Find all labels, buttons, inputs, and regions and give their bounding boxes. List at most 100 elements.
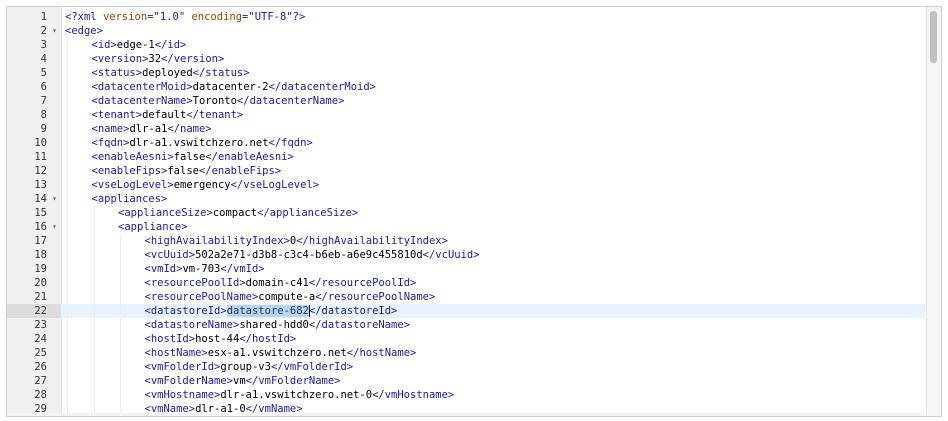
code-text: <vmId>vm-703</vmId> bbox=[145, 262, 265, 276]
vertical-scrollbar[interactable] bbox=[926, 7, 941, 416]
line-number: 28 bbox=[34, 389, 47, 401]
indent-guide bbox=[67, 94, 68, 108]
indent-guide bbox=[120, 276, 121, 290]
code-token: datacenter-2 bbox=[192, 81, 269, 93]
indent-guide bbox=[120, 388, 121, 402]
horizontal-scrollbar[interactable] bbox=[7, 413, 925, 416]
code-token: </resourcePoolId> bbox=[308, 277, 417, 289]
code-line[interactable]: 12 <enableFips>false</enableFips> bbox=[7, 164, 925, 178]
line-number: 12 bbox=[34, 165, 47, 177]
code-token: edge-1 bbox=[116, 39, 155, 51]
indent-guide bbox=[67, 234, 68, 248]
code-token: "UTF-8" bbox=[248, 11, 293, 23]
code-text: <status>deployed</status> bbox=[92, 66, 250, 80]
code-line[interactable]: 19 <vmId>vm-703</vmId> bbox=[7, 262, 925, 276]
indent-guide bbox=[67, 304, 68, 318]
code-line[interactable]: 18 <vcUuid>502a2e71-d3b8-c3c4-b6eb-a6e9c4… bbox=[7, 248, 925, 262]
line-number: 8 bbox=[40, 109, 47, 121]
code-text: <applianceSize>compact</applianceSize> bbox=[118, 206, 358, 220]
code-token: </datacenterName> bbox=[236, 95, 345, 107]
code-token: <enableFips> bbox=[91, 165, 168, 177]
line-number: 5 bbox=[40, 67, 47, 79]
indent-guide bbox=[120, 248, 121, 262]
code-token: <hostId> bbox=[144, 333, 196, 345]
code-token: </vseLogLevel> bbox=[230, 179, 320, 191]
code-token: <edge> bbox=[65, 25, 103, 37]
code-line[interactable]: 27 <vmFolderName>vm</vmFolderName> bbox=[7, 374, 925, 388]
code-line[interactable]: 17 <highAvailabilityIndex>0</highAvailabi… bbox=[7, 234, 925, 248]
code-line[interactable]: 25 <hostName>esx-a1.vswitchzero.net</host… bbox=[7, 346, 925, 360]
code-token: </fqdn> bbox=[268, 137, 313, 149]
code-line[interactable]: 22 <datastoreId>datastore-682</datastoreI… bbox=[7, 304, 925, 318]
code-token: </hostId> bbox=[239, 333, 297, 345]
code-token: deployed bbox=[142, 67, 193, 79]
code-token: </status> bbox=[192, 67, 250, 79]
code-line[interactable]: 10 <fqdn>dlr-a1.vswitchzero.net</fqdn> bbox=[7, 136, 925, 150]
code-line[interactable]: 8 <tenant>default</tenant> bbox=[7, 108, 925, 122]
indent-guide bbox=[93, 248, 95, 262]
code-token: </highAvailabilityIndex> bbox=[296, 235, 448, 247]
code-text: <vmFolderId>group-v3</vmFolderId> bbox=[145, 360, 354, 374]
code-line[interactable]: 26 <vmFolderId>group-v3</vmFolderId> bbox=[7, 360, 925, 374]
code-line[interactable]: 7 <datacenterName>Toronto</datacenterName… bbox=[7, 94, 925, 108]
indent-guide bbox=[93, 262, 95, 276]
indent-guide bbox=[93, 374, 95, 388]
code-text: <tenant>default</tenant> bbox=[92, 108, 244, 122]
indent-guide bbox=[120, 346, 121, 360]
indent-guide bbox=[67, 206, 68, 220]
code-line[interactable]: 21 <resourcePoolName>compute-a</resourceP… bbox=[7, 290, 925, 304]
line-number-cell: 27 bbox=[7, 374, 61, 388]
line-number: 6 bbox=[40, 81, 47, 93]
line-number: 14 bbox=[34, 193, 47, 205]
indent-guide bbox=[93, 304, 95, 318]
code-lines[interactable]: 1 <?xml version="1.0" encoding="UTF-8"?> 2… bbox=[7, 10, 925, 416]
code-line[interactable]: 1 <?xml version="1.0" encoding="UTF-8"?> bbox=[7, 10, 925, 24]
line-number: 24 bbox=[34, 333, 47, 345]
code-line[interactable]: 3 <id>edge-1</id> bbox=[7, 38, 925, 52]
code-token: <tenant> bbox=[91, 109, 143, 121]
code-line[interactable]: 28 <vmHostname>dlr-a1.vswitchzero.net-0</… bbox=[7, 388, 925, 402]
code-token: dlr-a1 bbox=[129, 123, 168, 135]
code-token: </vcUuid> bbox=[422, 249, 480, 261]
code-line[interactable]: 15 <applianceSize>compact</applianceSize> bbox=[7, 206, 925, 220]
xml-code-editor[interactable]: 1 <?xml version="1.0" encoding="UTF-8"?> 2… bbox=[6, 6, 942, 417]
code-line[interactable]: 23 <datastoreName>shared-hdd0</datastoreN… bbox=[7, 318, 925, 332]
line-number: 23 bbox=[34, 319, 47, 331]
code-text: <fqdn>dlr-a1.vswitchzero.net</fqdn> bbox=[92, 136, 313, 150]
line-number-cell: 20 bbox=[7, 276, 61, 290]
code-line[interactable]: 11 <enableAesni>false</enableAesni> bbox=[7, 150, 925, 164]
indent-guide bbox=[67, 108, 68, 122]
code-line[interactable]: 5 <status>deployed</status> bbox=[7, 66, 925, 80]
code-token: false bbox=[167, 165, 199, 177]
indent-guide bbox=[93, 360, 95, 374]
code-line[interactable]: 6 <datacenterMoid>datacenter-2</datacente… bbox=[7, 80, 925, 94]
code-line[interactable]: 4 <version>32</version> bbox=[7, 52, 925, 66]
indent-guide bbox=[93, 346, 95, 360]
code-line[interactable]: 13 <vseLogLevel>emergency</vseLogLevel> bbox=[7, 178, 925, 192]
fold-toggle-icon[interactable]: ▾ bbox=[52, 220, 57, 234]
code-token: <datastoreName> bbox=[144, 319, 240, 331]
code-token: esx-a1.vswitchzero.net bbox=[207, 347, 347, 359]
code-token: </vmHostname> bbox=[372, 389, 455, 401]
fold-toggle-icon[interactable]: ▾ bbox=[52, 192, 57, 206]
line-number: 15 bbox=[34, 207, 47, 219]
code-line[interactable]: 24 <hostId>host-44</hostId> bbox=[7, 332, 925, 346]
indent-guide bbox=[67, 248, 68, 262]
code-line[interactable]: 20 <resourcePoolId>domain-c41</resourcePo… bbox=[7, 276, 925, 290]
fold-toggle-icon[interactable]: ▾ bbox=[52, 24, 57, 38]
line-number-cell: 24 bbox=[7, 332, 61, 346]
line-number: 19 bbox=[34, 263, 47, 275]
indent-guide bbox=[67, 262, 68, 276]
line-number: 17 bbox=[34, 235, 47, 247]
code-line[interactable]: 14 ▾ <appliances> bbox=[7, 192, 925, 206]
line-number-cell: 12 bbox=[7, 164, 61, 178]
code-line[interactable]: 9 <name>dlr-a1</name> bbox=[7, 122, 925, 136]
code-token: <datacenterName> bbox=[91, 95, 193, 107]
code-text: <id>edge-1</id> bbox=[92, 38, 187, 52]
indent-guide bbox=[120, 290, 121, 304]
code-line[interactable]: 2 ▾ <edge> bbox=[7, 24, 925, 38]
scrollbar-thumb[interactable] bbox=[930, 11, 937, 63]
code-line[interactable]: 16 ▾ <appliance> bbox=[7, 220, 925, 234]
line-number: 13 bbox=[34, 179, 47, 191]
code-token: </datastoreName> bbox=[308, 319, 411, 331]
